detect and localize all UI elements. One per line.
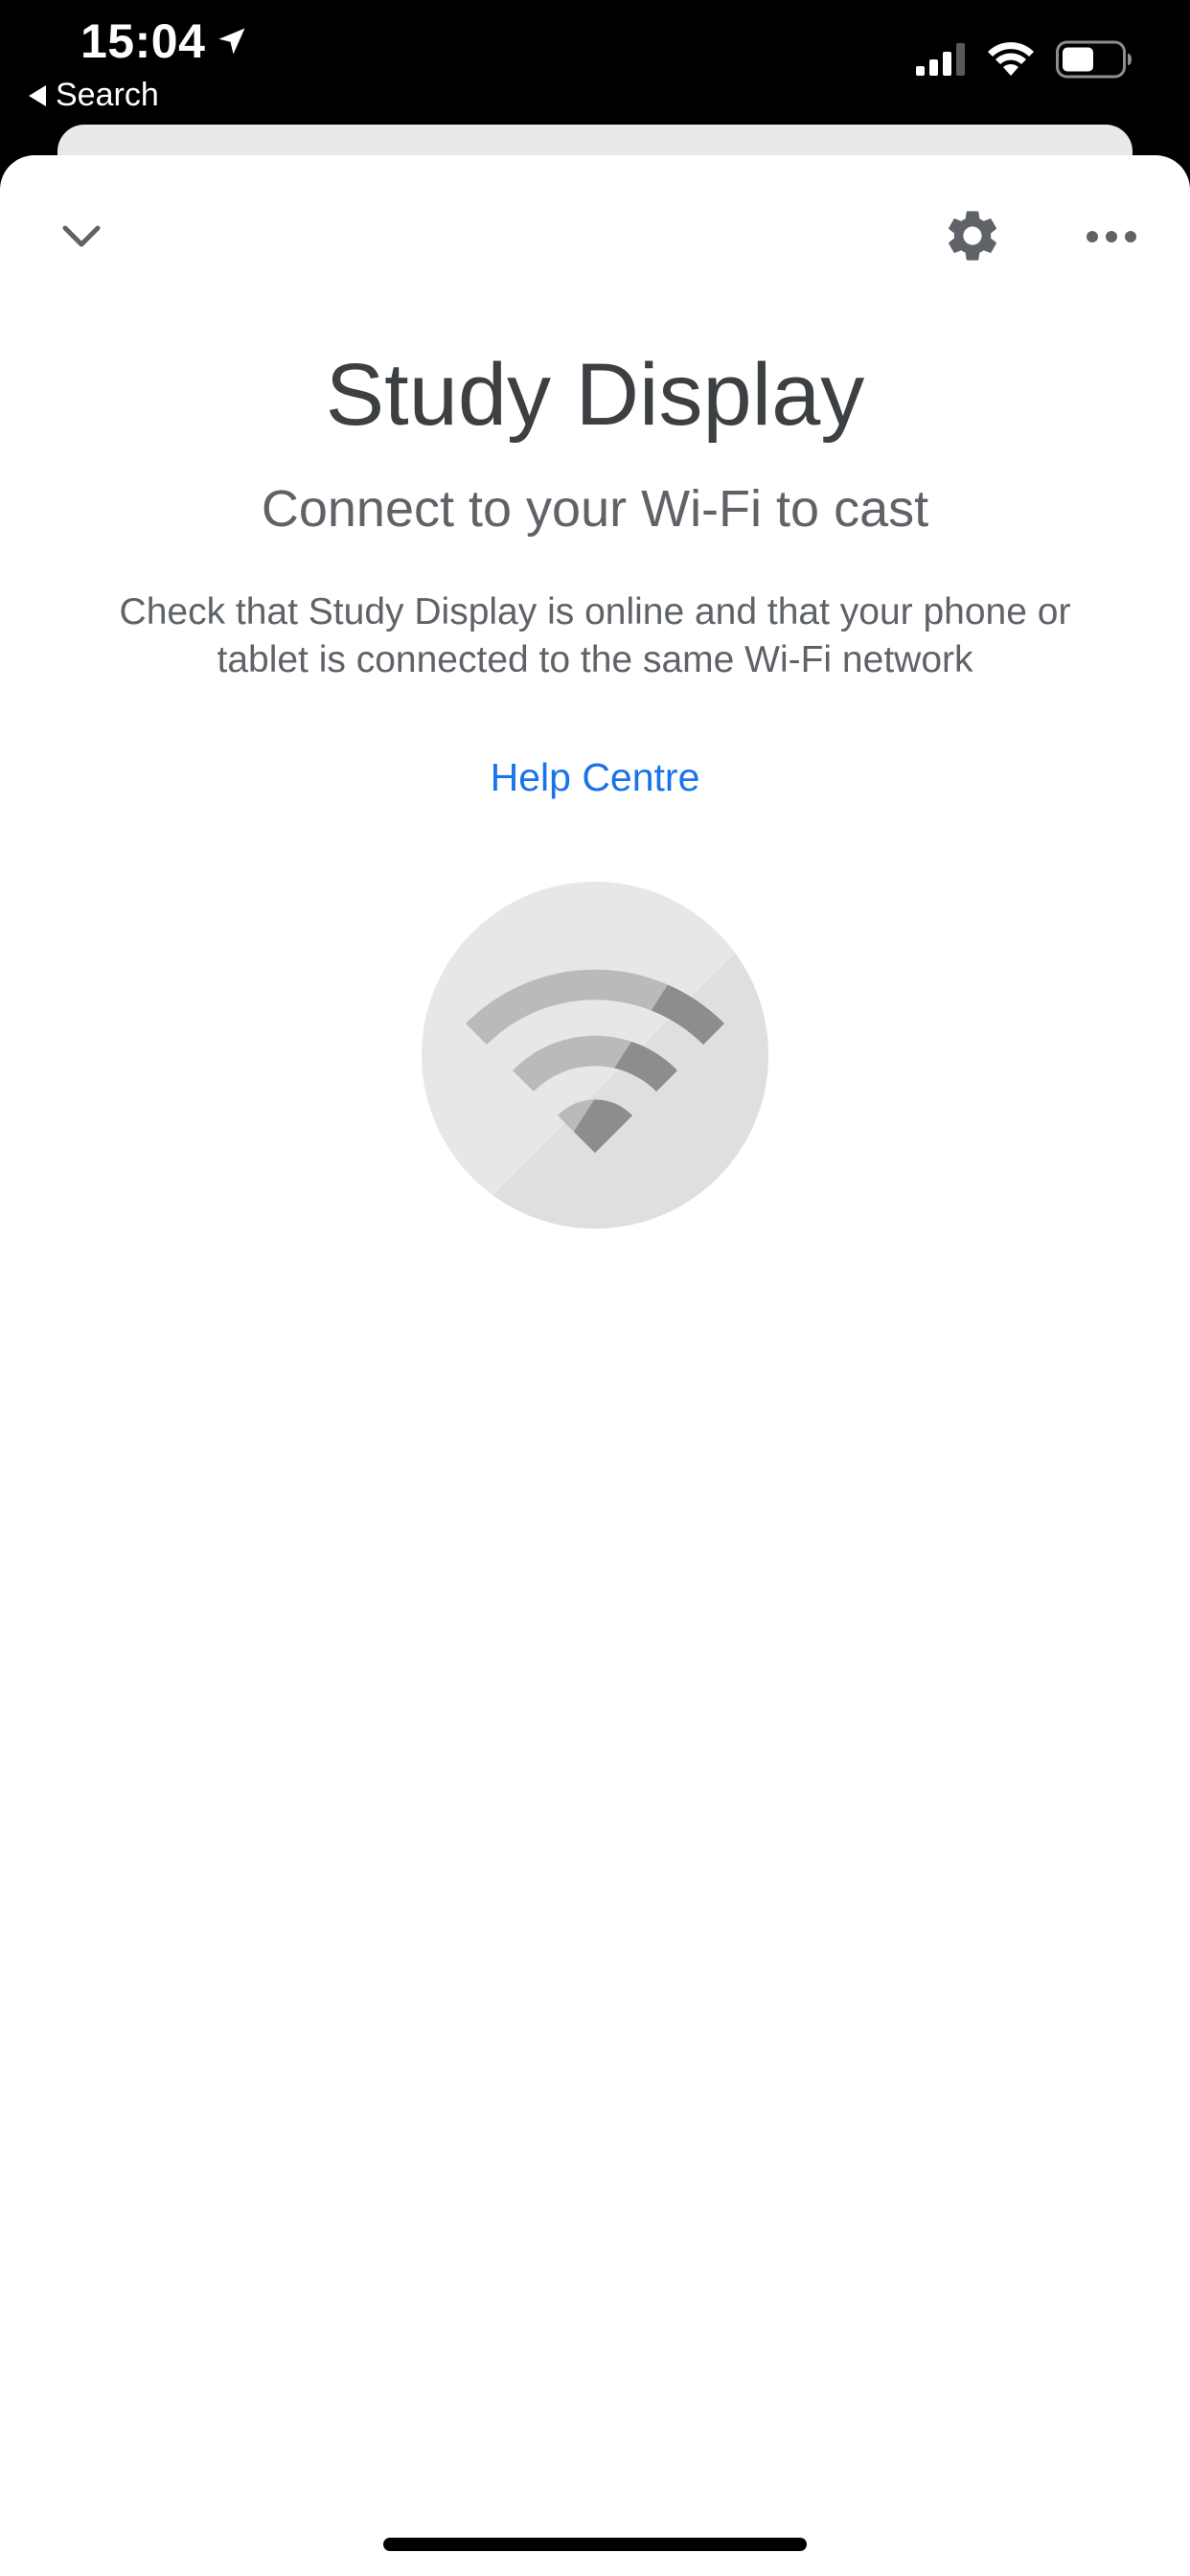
connection-subtitle: Connect to your Wi-Fi to cast bbox=[261, 480, 929, 538]
battery-icon bbox=[1056, 40, 1132, 79]
chevron-down-icon bbox=[62, 225, 101, 247]
status-time: 15:04 bbox=[80, 13, 249, 69]
help-centre-link[interactable]: Help Centre bbox=[0, 755, 1190, 800]
back-to-search-button[interactable]: Search bbox=[29, 77, 159, 114]
settings-button[interactable] bbox=[934, 197, 1011, 274]
location-arrow-icon bbox=[218, 28, 245, 55]
more-horizontal-icon bbox=[1087, 231, 1136, 242]
device-sheet: Study Display Connect to your Wi-Fi to c… bbox=[0, 155, 1190, 2576]
back-triangle-icon bbox=[29, 84, 46, 106]
gear-icon bbox=[949, 211, 996, 261]
connection-description: Check that Study Display is online and t… bbox=[119, 591, 1071, 680]
cellular-signal-icon bbox=[916, 43, 965, 76]
wifi-status-icon bbox=[988, 42, 1034, 76]
wifi-off-icon bbox=[422, 882, 768, 1229]
more-options-button[interactable] bbox=[1073, 203, 1150, 270]
home-indicator[interactable] bbox=[383, 2538, 807, 2551]
screen: 15:04 Search Study Display Connect to yo… bbox=[0, 0, 1190, 2576]
status-indicators bbox=[916, 40, 1133, 79]
collapse-button[interactable] bbox=[48, 203, 115, 270]
device-title: Study Display bbox=[325, 346, 865, 444]
back-search-label: Search bbox=[56, 77, 159, 113]
status-time-text: 15:04 bbox=[80, 14, 206, 68]
